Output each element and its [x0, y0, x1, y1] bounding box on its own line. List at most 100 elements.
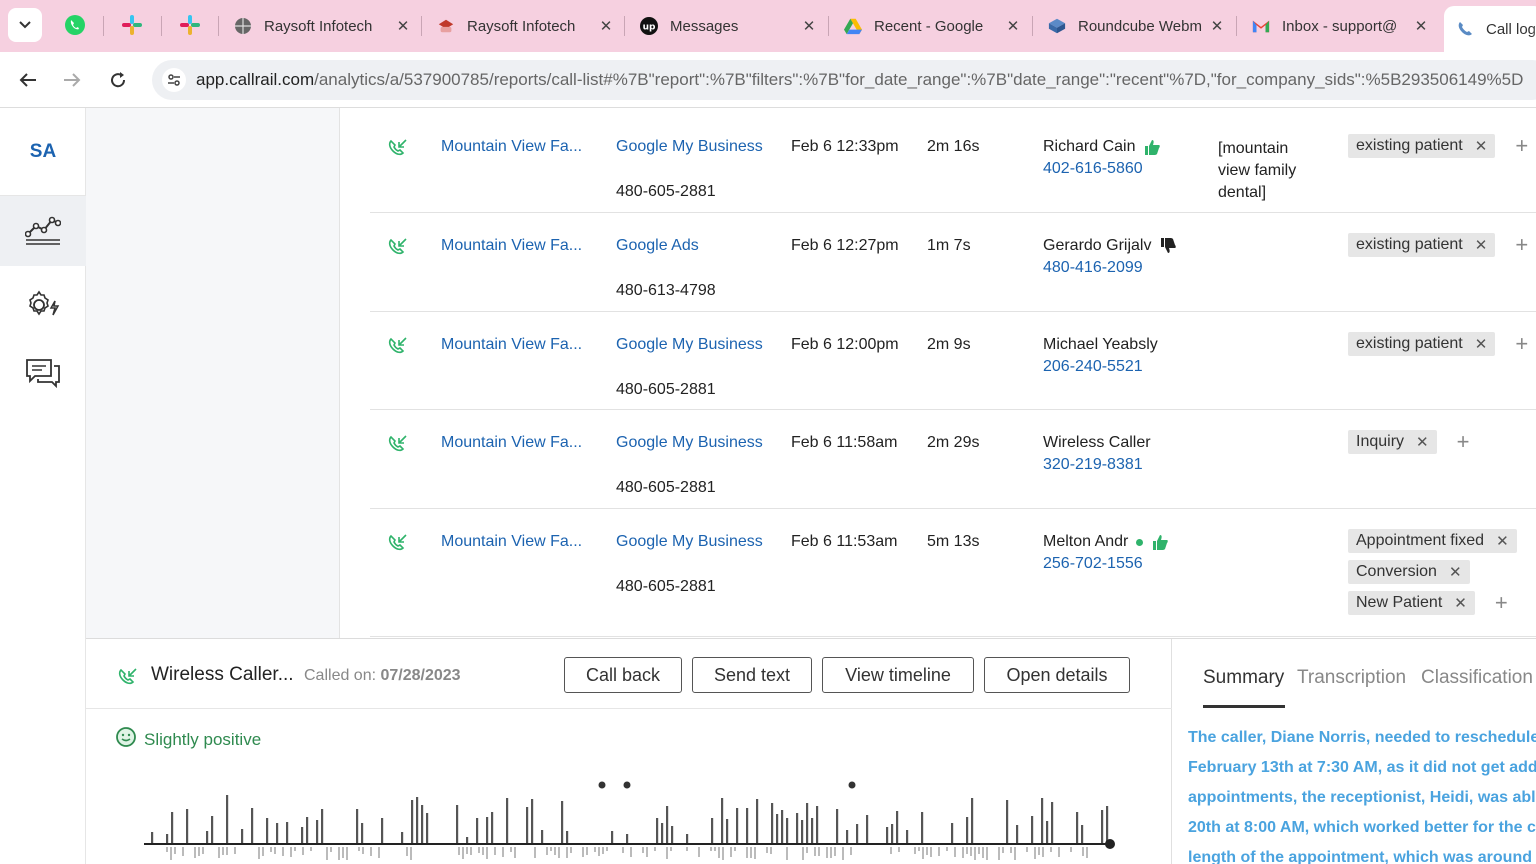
- waveform-bar-secondary: [262, 847, 264, 856]
- call-source-link[interactable]: Google Ads: [616, 237, 699, 255]
- remove-tag-icon[interactable]: ✕: [1475, 236, 1488, 254]
- gear-lightning-icon: [29, 290, 60, 316]
- call-row[interactable]: Mountain View Fa... Google My Business 4…: [370, 410, 1536, 509]
- nav-settings[interactable]: [0, 270, 86, 340]
- waveform-bar: [1046, 821, 1049, 843]
- waveform-bar-secondary: [830, 847, 832, 858]
- call-company-link[interactable]: Mountain View Fa...: [441, 533, 591, 551]
- remove-tag-icon[interactable]: ✕: [1496, 532, 1509, 550]
- browser-toolbar: app.callrail.com/analytics/a/537900785/r…: [0, 52, 1536, 108]
- waveform-bar-secondary: [466, 847, 468, 854]
- address-bar[interactable]: app.callrail.com/analytics/a/537900785/r…: [152, 60, 1536, 100]
- waveform-marker: [623, 781, 631, 789]
- add-tag-icon[interactable]: +: [1457, 430, 1470, 454]
- remove-tag-icon[interactable]: ✕: [1475, 137, 1488, 155]
- waveform-bar-secondary: [586, 847, 588, 855]
- waveform-bar-secondary: [594, 847, 596, 852]
- call-row[interactable]: Mountain View Fa... Google My Business 4…: [370, 509, 1536, 637]
- call-source-link[interactable]: Google My Business: [616, 336, 763, 354]
- waveform-bar: [836, 809, 839, 843]
- call-company-link[interactable]: Mountain View Fa...: [441, 138, 591, 156]
- back-button[interactable]: [14, 66, 42, 94]
- pinned-tab-slack-2[interactable]: [175, 10, 205, 40]
- call-tracking-number: 480-605-2881: [616, 381, 716, 398]
- call-company-link[interactable]: Mountain View Fa...: [441, 336, 591, 354]
- tab-summary[interactable]: Summary: [1203, 667, 1284, 689]
- tab-search-button[interactable]: [8, 8, 42, 42]
- send-text-button[interactable]: Send text: [692, 657, 812, 693]
- call-source-link[interactable]: Google My Business: [616, 533, 763, 551]
- browser-tab[interactable]: Roundcube Webm ✕: [1036, 8, 1232, 44]
- waveform-bar: [666, 806, 669, 843]
- add-tag-icon[interactable]: +: [1515, 332, 1528, 356]
- remove-tag-icon[interactable]: ✕: [1449, 563, 1462, 581]
- reload-button[interactable]: [104, 66, 132, 94]
- pinned-tab-whatsapp[interactable]: [60, 10, 90, 40]
- waveform-bar-secondary: [630, 847, 632, 857]
- account-avatar[interactable]: SA: [0, 108, 86, 196]
- tag: Conversion ✕: [1348, 560, 1470, 584]
- waveform-marker: [848, 781, 856, 789]
- tab-transcription[interactable]: Transcription: [1297, 667, 1406, 689]
- add-tag-icon[interactable]: +: [1515, 233, 1528, 257]
- close-icon[interactable]: ✕: [1004, 17, 1022, 35]
- caller-name-text: Michael Yeabsly: [1043, 336, 1158, 353]
- view-timeline-button[interactable]: View timeline: [822, 657, 974, 693]
- waveform-bar-secondary: [750, 847, 752, 858]
- waveform-bar-secondary: [946, 847, 948, 851]
- waveform-bar: [856, 824, 859, 843]
- call-row[interactable]: Mountain View Fa... Google My Business 4…: [370, 114, 1536, 213]
- close-icon[interactable]: ✕: [394, 17, 412, 35]
- call-company-link[interactable]: Mountain View Fa...: [441, 237, 591, 255]
- browser-tab[interactable]: Raysoft Infotech ✕: [222, 8, 418, 44]
- waveform-bar-secondary: [282, 847, 284, 856]
- remove-tag-icon[interactable]: ✕: [1475, 335, 1488, 353]
- call-duration: 2m 9s: [927, 336, 971, 353]
- sentiment-indicator: Slightly positive: [116, 727, 261, 752]
- call-back-button[interactable]: Call back: [564, 657, 682, 693]
- nav-conversations[interactable]: [0, 338, 86, 408]
- call-source-link[interactable]: Google My Business: [616, 434, 763, 452]
- browser-tab[interactable]: Inbox - support@ ✕: [1240, 8, 1436, 44]
- open-details-button[interactable]: Open details: [984, 657, 1130, 693]
- close-icon[interactable]: ✕: [800, 17, 818, 35]
- close-icon[interactable]: ✕: [597, 17, 615, 35]
- waveform-bar-secondary: [482, 847, 484, 855]
- pinned-tab-slack-1[interactable]: [117, 10, 147, 40]
- close-icon[interactable]: ✕: [1208, 17, 1226, 35]
- tag-label: Appointment fixed: [1356, 532, 1485, 549]
- caller-phone-link[interactable]: 402-616-5860: [1043, 160, 1143, 178]
- waveform-bar: [726, 819, 729, 843]
- roundcube-icon: [1048, 17, 1066, 35]
- waveform-bar-secondary: [234, 847, 236, 854]
- add-tag-icon[interactable]: +: [1495, 591, 1508, 615]
- call-tracking-number: 480-605-2881: [616, 479, 716, 496]
- forward-button[interactable]: [58, 66, 86, 94]
- caller-phone-link[interactable]: 480-416-2099: [1043, 259, 1143, 277]
- caller-phone-link[interactable]: 256-702-1556: [1043, 555, 1143, 573]
- call-audio-waveform[interactable]: [142, 781, 1122, 864]
- browser-tab[interactable]: Raysoft Infotech ✕: [425, 8, 621, 44]
- tab-classification[interactable]: Classification: [1421, 667, 1533, 689]
- close-icon[interactable]: ✕: [1412, 17, 1430, 35]
- remove-tag-icon[interactable]: ✕: [1416, 433, 1429, 451]
- waveform-bar-secondary: [478, 847, 480, 853]
- waveform-bar-secondary: [1002, 847, 1004, 853]
- waveform-bar-secondary: [222, 847, 224, 855]
- call-row[interactable]: Mountain View Fa... Google Ads 480-613-4…: [370, 213, 1536, 312]
- caller-phone-link[interactable]: 206-240-5521: [1043, 358, 1143, 376]
- browser-tab[interactable]: up Messages ✕: [628, 8, 824, 44]
- waveform-bar-secondary: [666, 847, 668, 859]
- browser-tab[interactable]: Recent - Google ✕: [832, 8, 1028, 44]
- call-source-link[interactable]: Google My Business: [616, 138, 763, 156]
- call-company-link[interactable]: Mountain View Fa...: [441, 434, 591, 452]
- call-row[interactable]: Mountain View Fa... Google My Business 4…: [370, 312, 1536, 410]
- remove-tag-icon[interactable]: ✕: [1454, 594, 1467, 612]
- site-info-icon[interactable]: [162, 68, 186, 92]
- waveform-bar: [456, 805, 459, 843]
- caller-phone-link[interactable]: 320-219-8381: [1043, 456, 1143, 474]
- waveform-bar-secondary: [1026, 847, 1028, 852]
- nav-analytics[interactable]: [0, 196, 86, 266]
- add-tag-icon[interactable]: +: [1515, 134, 1528, 158]
- browser-tab-active[interactable]: Call log: [1444, 6, 1536, 52]
